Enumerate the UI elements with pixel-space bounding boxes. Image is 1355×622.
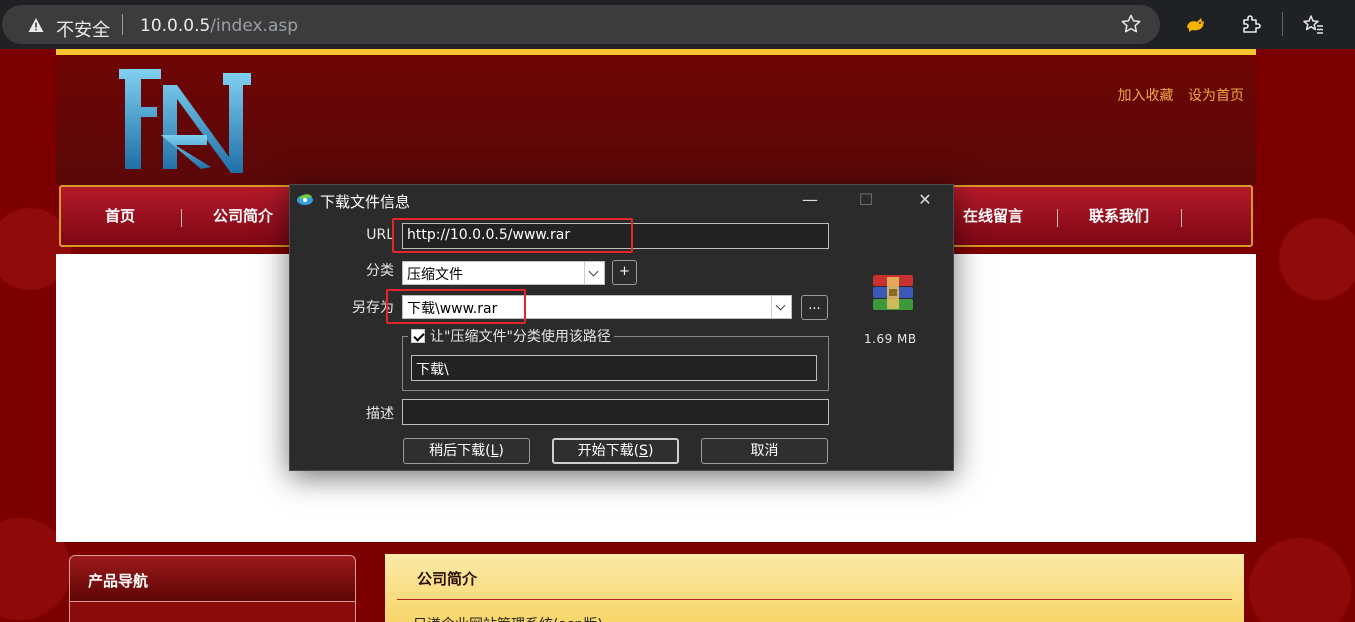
chevron-down-icon[interactable]: [771, 296, 791, 318]
panel-text: 只谦企业网站管理系统(asp版): [413, 614, 603, 622]
url-path: /index.asp: [210, 16, 299, 36]
chevron-down-icon[interactable]: [584, 262, 604, 284]
start-shortcut: S: [639, 443, 648, 459]
save-as-highlight-box: [386, 289, 526, 324]
url-label: URL: [366, 227, 394, 243]
cancel-button[interactable]: 取消: [701, 438, 828, 464]
divider: [397, 599, 1232, 600]
nav-separator: [1057, 209, 1058, 227]
nav-contact[interactable]: 联系我们: [1089, 205, 1149, 226]
maximize-button[interactable]: ☐: [843, 185, 889, 215]
download-later-button[interactable]: 稍后下载(L): [403, 438, 530, 464]
top-links: 加入收藏 设为首页: [1108, 85, 1244, 105]
bookmark-star-icon[interactable]: [1120, 13, 1142, 35]
category-label: 分类: [366, 263, 394, 279]
separator: [122, 14, 123, 35]
browser-toolbar: 不安全 10.0.0.5/index.asp: [0, 0, 1355, 49]
sidebar-header: 产品导航: [69, 555, 356, 602]
use-path-checkbox-row[interactable]: 让"压缩文件"分类使用该路径: [408, 326, 614, 346]
add-favorite-link[interactable]: 加入收藏: [1118, 88, 1174, 104]
url-host: 10.0.0.5: [140, 16, 211, 36]
nav-separator: [181, 209, 182, 227]
description-label: 描述: [366, 406, 394, 422]
minimize-button[interactable]: —: [787, 185, 833, 215]
url-text[interactable]: 10.0.0.5/index.asp: [140, 16, 298, 36]
save-as-label: 另存为: [352, 300, 394, 316]
sidebar-body: [69, 602, 356, 622]
address-bar[interactable]: 不安全 10.0.0.5/index.asp: [2, 5, 1160, 44]
file-size: 1.69 MB: [864, 332, 917, 346]
rar-archive-icon: [873, 275, 913, 310]
description-field[interactable]: [402, 399, 829, 425]
company-logo[interactable]: [111, 65, 256, 177]
url-highlight-box: [392, 218, 633, 253]
nav-home[interactable]: 首页: [105, 205, 135, 226]
add-category-button[interactable]: +: [612, 260, 637, 285]
about-panel: 公司简介 只谦企业网站管理系统(asp版): [385, 554, 1244, 622]
close-button[interactable]: ✕: [902, 185, 948, 215]
browse-button[interactable]: ...: [801, 295, 828, 320]
download-manager-icon: [297, 194, 313, 205]
favorites-icon[interactable]: [1302, 13, 1324, 35]
extension-cat-icon[interactable]: [1184, 13, 1206, 35]
start-label: 开始下载(: [577, 443, 640, 459]
panel-title: 公司简介: [417, 570, 478, 588]
toolbar-separator: [1282, 12, 1283, 36]
category-select[interactable]: 压缩文件: [402, 261, 605, 285]
nav-message[interactable]: 在线留言: [963, 205, 1023, 226]
set-homepage-link[interactable]: 设为首页: [1188, 88, 1244, 104]
category-value: 压缩文件: [407, 267, 463, 283]
dialog-title: 下载文件信息: [320, 193, 411, 211]
sidebar-title: 产品导航: [88, 572, 149, 590]
paren: ): [498, 443, 504, 459]
nav-about[interactable]: 公司简介: [213, 205, 273, 226]
extensions-puzzle-icon[interactable]: [1240, 13, 1262, 35]
checkbox-label: 让"压缩文件"分类使用该路径: [430, 329, 611, 345]
later-label: 稍后下载(: [429, 443, 491, 459]
category-path-field[interactable]: 下载\: [411, 355, 817, 381]
download-file-info-dialog: 下载文件信息 — ☐ ✕ URL http://10.0.0.5/www.rar…: [289, 184, 954, 471]
security-status[interactable]: 不安全: [56, 16, 110, 42]
start-download-button[interactable]: 开始下载(S): [552, 438, 679, 464]
nav-separator: [1181, 209, 1182, 227]
paren: ): [647, 443, 654, 459]
warning-icon[interactable]: [28, 17, 44, 33]
site-header: 加入收藏 设为首页: [56, 55, 1256, 185]
checkbox-checked[interactable]: [411, 329, 425, 343]
